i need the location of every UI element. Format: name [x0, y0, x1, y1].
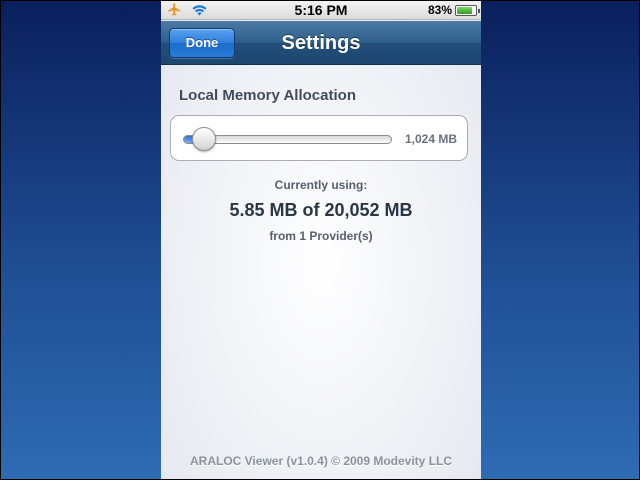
- nav-bar: Settings Done: [161, 21, 481, 65]
- providers-text: from 1 Provider(s): [269, 229, 373, 243]
- memory-slider-value: 1,024 MB: [404, 132, 457, 146]
- phone-screen: 5:16 PM 83% Settings Done Local Memory A…: [161, 0, 481, 480]
- wifi-icon: [191, 3, 208, 22]
- memory-usage-text: 5.85 MB of 20,052 MB: [229, 200, 413, 220]
- memory-slider-thumb[interactable]: [192, 127, 217, 151]
- status-bar: 5:16 PM 83%: [161, 0, 481, 20]
- airplane-icon: [166, 2, 183, 22]
- status-left: [166, 2, 208, 22]
- section-title: Local Memory Allocation: [179, 87, 356, 104]
- currently-using-label: Currently using:: [274, 178, 368, 192]
- done-button[interactable]: Done: [169, 28, 235, 58]
- status-right: 83%: [427, 3, 480, 17]
- memory-slider-card: 1,024 MB: [170, 115, 468, 161]
- battery-fill: [457, 6, 472, 14]
- battery-percent: 83%: [427, 3, 452, 17]
- footer-copyright: ARALOC Viewer (v1.0.4) © 2009 Modevity L…: [189, 454, 453, 468]
- battery-icon: [455, 4, 480, 16]
